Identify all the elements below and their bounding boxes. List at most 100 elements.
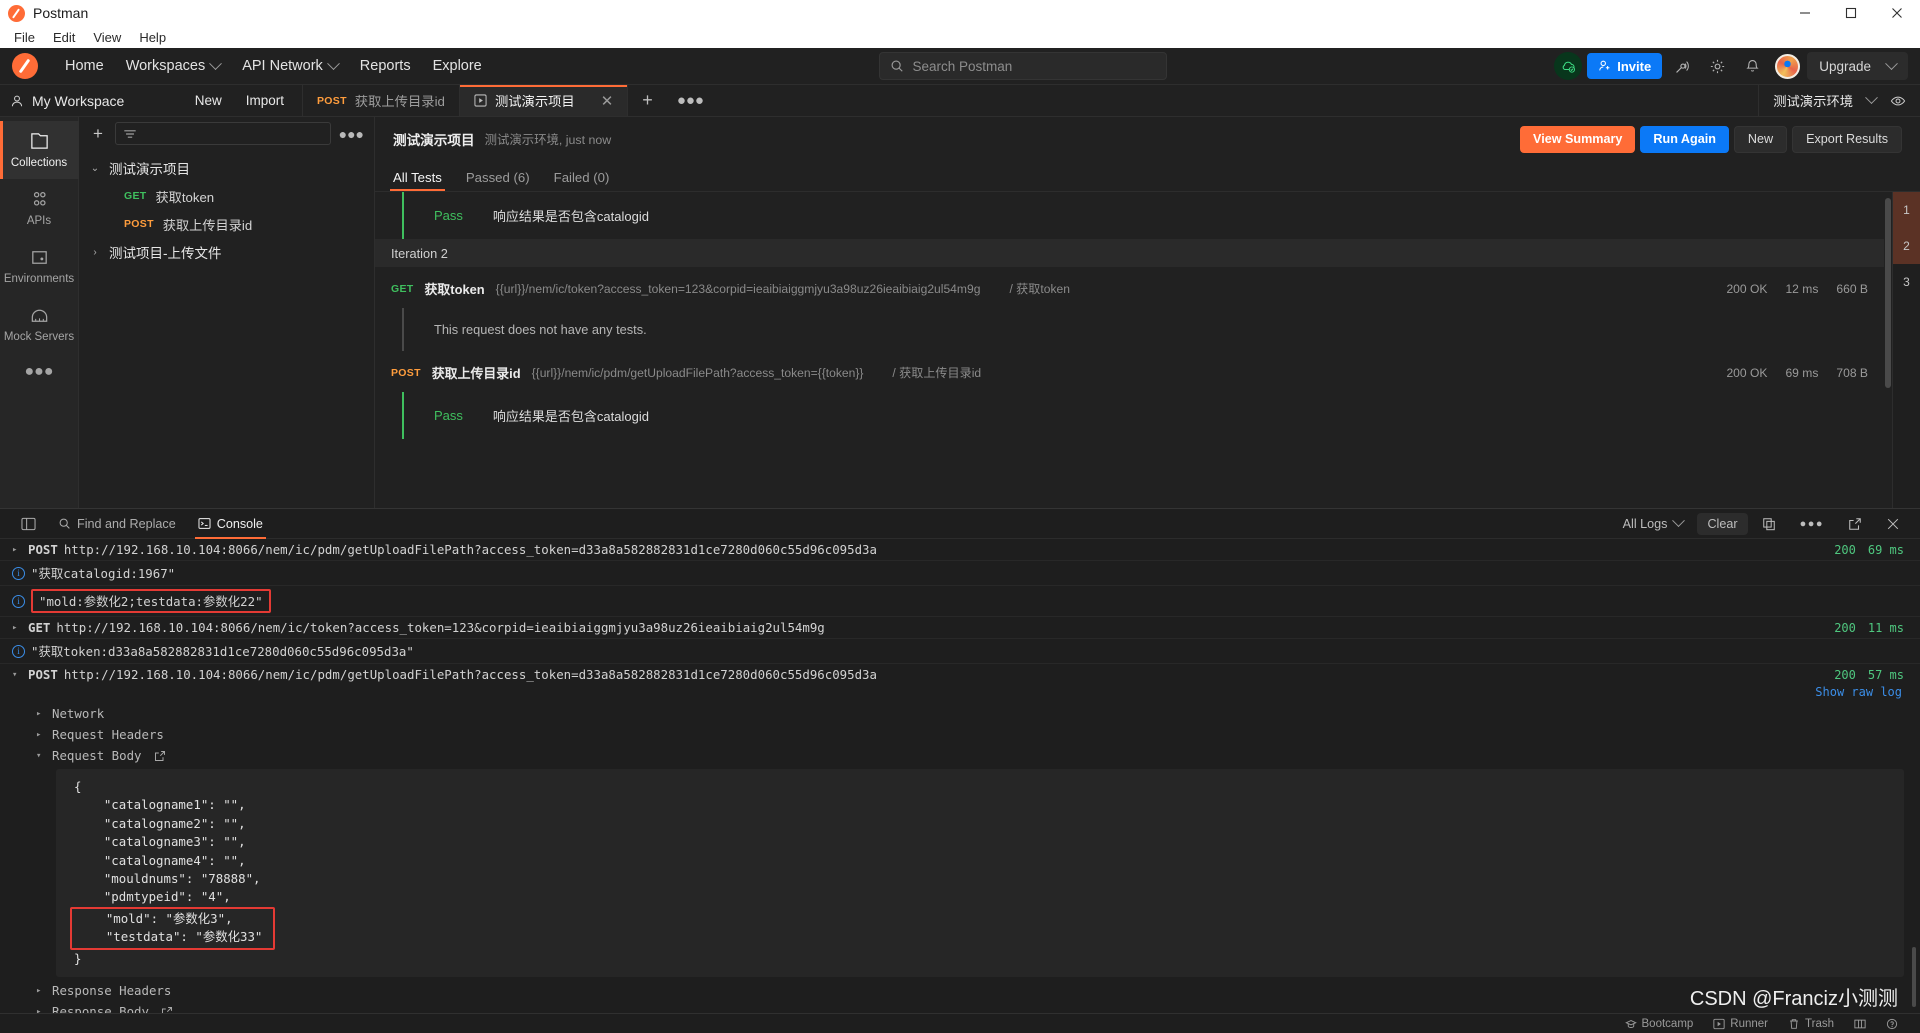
log-method: POST	[28, 542, 58, 557]
console-log-request[interactable]: ▸ GET http://192.168.10.104:8066/nem/ic/…	[0, 617, 1920, 639]
request-result-row-get-upload-dir[interactable]: POST 获取上传目录id {{url}}/nem/ic/pdm/getUplo…	[375, 351, 1884, 392]
copy-icon[interactable]	[1752, 513, 1786, 535]
tab-all-tests[interactable]: All Tests	[390, 170, 445, 191]
status-bootcamp[interactable]: Bootcamp	[1615, 1018, 1704, 1030]
add-collection-button[interactable]: +	[89, 124, 107, 144]
iteration-marker-1[interactable]: 1	[1893, 192, 1920, 228]
nav-home[interactable]: Home	[54, 54, 115, 78]
console-tab[interactable]: Console	[187, 509, 274, 539]
console-node-response-headers[interactable]: ▸ Response Headers	[0, 980, 1920, 1001]
console-scrollbar[interactable]	[1912, 947, 1916, 1007]
console-node-network[interactable]: ▸ Network	[0, 703, 1920, 724]
console-label: Console	[216, 516, 263, 531]
sidebar-item-apis[interactable]: APIs	[0, 179, 79, 237]
request-row-get-upload-dir[interactable]: POST 获取上传目录id	[79, 210, 374, 238]
console-node-request-headers[interactable]: ▸ Request Headers	[0, 724, 1920, 745]
invite-button[interactable]: Invite	[1587, 53, 1663, 79]
new-run-button[interactable]: New	[1733, 125, 1788, 153]
expand-triangle-icon[interactable]: ▸	[12, 545, 22, 555]
request-name: 获取token	[155, 189, 215, 205]
expand-triangle-icon[interactable]: ▸	[36, 1007, 46, 1013]
window-maximize-button[interactable]	[1828, 0, 1874, 26]
expand-triangle-icon[interactable]: ▸	[12, 623, 22, 633]
window-close-button[interactable]	[1874, 0, 1920, 26]
new-button[interactable]: New	[187, 90, 230, 111]
workspace-selector[interactable]: My Workspace New Import	[0, 85, 303, 116]
view-summary-button[interactable]: View Summary	[1520, 125, 1636, 153]
iteration-marker-3[interactable]: 3	[1893, 264, 1920, 300]
nav-api-network[interactable]: API Network	[231, 54, 349, 78]
runner-icon	[474, 94, 487, 107]
satellite-icon[interactable]	[1667, 51, 1697, 81]
gear-icon[interactable]	[1702, 51, 1732, 81]
chevron-right-icon[interactable]: ›	[89, 247, 101, 258]
iteration-marker-2[interactable]: 2	[1893, 228, 1920, 264]
request-method-label: GET	[124, 190, 147, 202]
expand-triangle-icon[interactable]: ▸	[36, 709, 46, 719]
sidebar-item-mock-servers[interactable]: Mock Servers	[0, 295, 79, 353]
console-log-request-expanded[interactable]: ▾ POST http://192.168.10.104:8066/nem/ic…	[0, 664, 1920, 685]
tab-request-get-upload-dir[interactable]: POST 获取上传目录id	[303, 85, 460, 116]
collapse-triangle-icon[interactable]: ▾	[36, 751, 46, 761]
status-runner[interactable]: Runner	[1703, 1018, 1778, 1030]
run-again-button[interactable]: Run Again	[1640, 125, 1729, 153]
status-panels[interactable]	[1844, 1018, 1876, 1030]
sidebar-toggle-icon[interactable]	[10, 509, 47, 539]
menu-item-help[interactable]: Help	[131, 29, 174, 46]
request-row-get-token[interactable]: GET 获取token	[79, 182, 374, 210]
response-time: 69 ms	[1785, 365, 1819, 380]
console-node-response-body[interactable]: ▸ Response Body	[0, 1001, 1920, 1013]
sidebar-more-icon[interactable]: ●●●	[25, 363, 54, 381]
popout-icon[interactable]	[154, 750, 166, 762]
collections-filter-input[interactable]	[115, 122, 331, 145]
tab-runner-active[interactable]: 测试演示项目 ✕	[459, 85, 629, 116]
status-help[interactable]	[1876, 1018, 1908, 1030]
collections-more-icon[interactable]: ●●●	[339, 126, 364, 142]
invite-label: Invite	[1617, 58, 1652, 74]
nav-workspaces[interactable]: Workspaces	[115, 54, 232, 78]
tab-close-icon[interactable]: ✕	[601, 92, 614, 110]
status-trash[interactable]: Trash	[1778, 1018, 1844, 1030]
search-input[interactable]: Search Postman	[879, 52, 1168, 80]
tab-passed[interactable]: Passed (6)	[466, 170, 530, 191]
tab-failed[interactable]: Failed (0)	[554, 170, 610, 191]
collection-row-upload-file[interactable]: › 测试项目-上传文件	[79, 238, 374, 266]
more-icon[interactable]: ●●●	[1790, 514, 1834, 534]
clear-console-button[interactable]: Clear	[1697, 512, 1748, 535]
export-results-button[interactable]: Export Results	[1792, 125, 1902, 153]
upgrade-button[interactable]: Upgrade	[1807, 52, 1908, 80]
eye-icon[interactable]	[1890, 93, 1906, 109]
expand-triangle-icon[interactable]: ▸	[36, 730, 46, 740]
new-tab-button[interactable]: +	[628, 85, 667, 116]
workspace-name: My Workspace	[32, 92, 125, 109]
close-icon[interactable]	[1876, 513, 1910, 535]
results-scrollbar[interactable]	[1884, 192, 1892, 508]
bell-icon[interactable]	[1737, 51, 1767, 81]
expand-triangle-icon[interactable]: ▸	[36, 986, 46, 996]
menu-item-view[interactable]: View	[85, 29, 129, 46]
window-minimize-button[interactable]	[1782, 0, 1828, 26]
import-button[interactable]: Import	[238, 90, 292, 111]
postman-brand-icon[interactable]	[12, 53, 38, 79]
avatar[interactable]	[1772, 51, 1802, 81]
popout-icon[interactable]	[161, 1006, 173, 1013]
menu-item-file[interactable]: File	[6, 29, 43, 46]
find-and-replace-tab[interactable]: Find and Replace	[47, 509, 187, 539]
menu-item-edit[interactable]: Edit	[45, 29, 83, 46]
console-log-request[interactable]: ▸ POST http://192.168.10.104:8066/nem/ic…	[0, 539, 1920, 561]
show-raw-log-link[interactable]: Show raw log	[1815, 685, 1902, 699]
sidebar-item-environments[interactable]: Environments	[0, 237, 79, 295]
nav-explore[interactable]: Explore	[422, 54, 493, 78]
collection-row-demo-project[interactable]: ⌄ 测试演示项目	[79, 154, 374, 182]
popout-icon[interactable]	[1838, 513, 1872, 535]
collapse-triangle-icon[interactable]: ▾	[12, 670, 22, 680]
request-result-row-get-token[interactable]: GET 获取token {{url}}/nem/ic/token?access_…	[375, 267, 1884, 308]
chevron-down-icon[interactable]: ⌄	[89, 163, 101, 174]
environment-selector[interactable]: 测试演示环境	[1758, 85, 1920, 116]
nav-reports[interactable]: Reports	[349, 54, 422, 78]
sidebar-item-collections[interactable]: Collections	[0, 121, 79, 179]
tab-options-icon[interactable]: ●●●	[667, 85, 714, 116]
cloud-sync-icon[interactable]	[1554, 52, 1583, 80]
console-node-request-body[interactable]: ▾ Request Body	[0, 745, 1920, 766]
log-filter-dropdown[interactable]: All Logs	[1613, 513, 1694, 535]
